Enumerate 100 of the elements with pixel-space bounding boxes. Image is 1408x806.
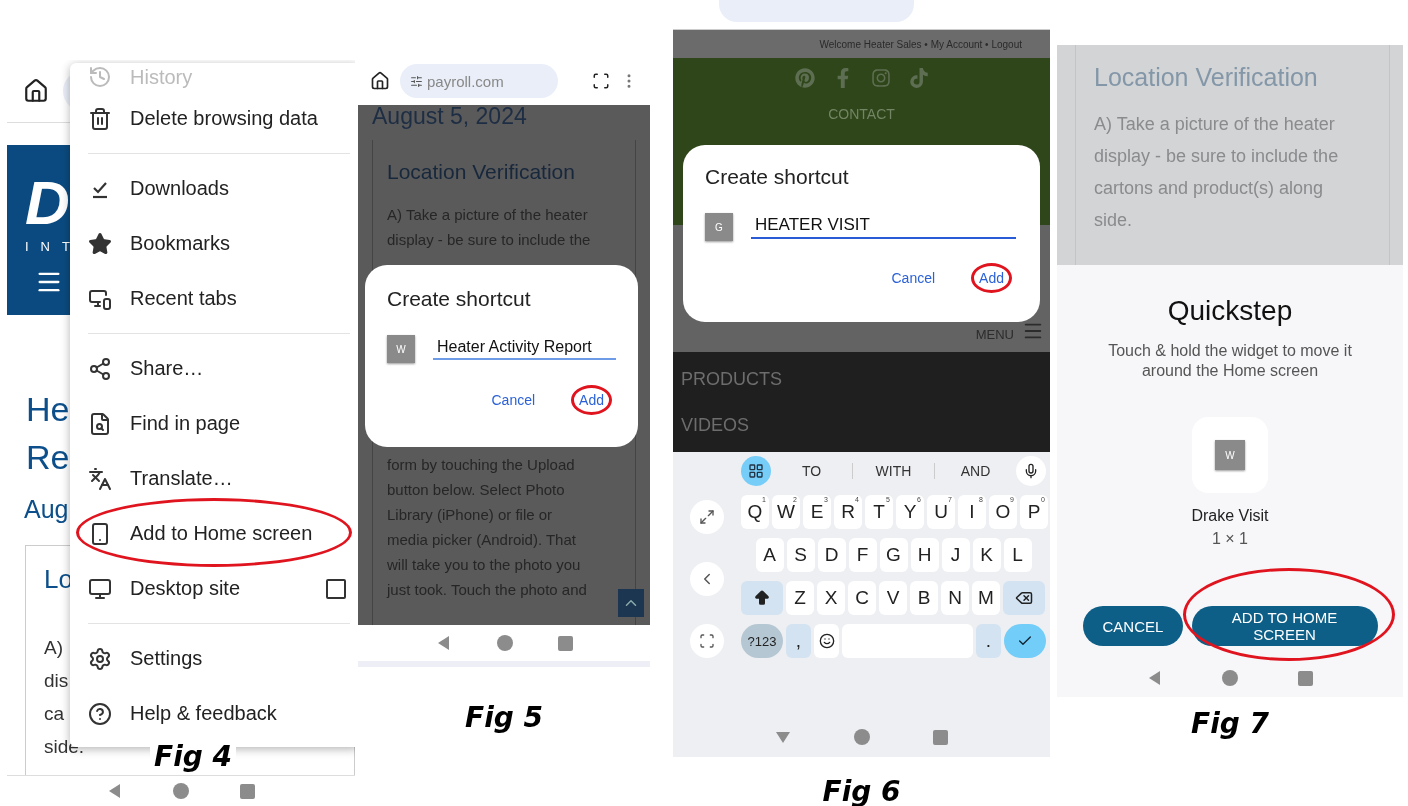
page-date: August 5, 2024 [372, 105, 528, 130]
period-key[interactable]: . [976, 624, 1001, 658]
dialog-button[interactable]: Cancel [891, 270, 936, 286]
settings-icon [88, 646, 112, 671]
scroll-top-button[interactable] [618, 589, 644, 617]
star-icon [88, 231, 112, 256]
sheet-description: Touch & hold the widget to move it around the Home screen [1107, 341, 1353, 381]
keyboard-key[interactable]: N [941, 581, 969, 615]
checkbox[interactable] [326, 578, 346, 599]
float-button[interactable] [690, 624, 724, 658]
keyboard-key[interactable]: C [848, 581, 876, 615]
keyboard-key[interactable]: F [848, 538, 877, 572]
mic-button[interactable] [1016, 456, 1046, 486]
keyboard-key[interactable]: S [786, 538, 815, 572]
card-text: A) [44, 636, 63, 660]
resize-button[interactable] [690, 500, 724, 534]
menu-item[interactable]: Add to Home screen [70, 506, 355, 561]
dialog-button[interactable]: Add [579, 392, 604, 408]
menu-item[interactable]: Help & feedback [70, 686, 355, 741]
dialog-title: Create shortcut [387, 287, 532, 311]
shortcut-name-field[interactable]: HEATER VISIT [751, 215, 1016, 239]
card-text: dis [44, 669, 69, 693]
dialog-title: Create shortcut [705, 165, 850, 189]
sheet-button[interactable]: CANCEL [1082, 606, 1183, 646]
card-text: cartons and product(s) along [1094, 177, 1325, 200]
card-title: Location Verification [387, 160, 576, 184]
back-icon[interactable] [774, 729, 791, 745]
trash-icon [88, 106, 112, 131]
shift-key[interactable] [741, 581, 783, 615]
symbols-key[interactable]: ?123 [741, 624, 783, 658]
menu-item[interactable]: Downloads [70, 161, 355, 216]
page-heading: Re [25, 437, 70, 478]
keyboard-key[interactable]: M [972, 581, 1000, 615]
backspace-icon [1015, 589, 1033, 607]
menu-item[interactable]: Delete browsing data [70, 91, 355, 161]
apps-button[interactable] [741, 456, 771, 486]
keyboard-key[interactable]: G [879, 538, 908, 572]
site-settings-icon[interactable] [410, 74, 423, 88]
suggestion[interactable]: AND [935, 463, 1016, 479]
sheet-title: Quickstep [1167, 295, 1293, 327]
expand-icon [699, 509, 715, 525]
keyboard-key[interactable]: K [972, 538, 1001, 572]
menu-item[interactable]: Find in page [70, 396, 355, 451]
figure-caption: Fig 7 [1191, 707, 1269, 740]
dialog-button[interactable]: Cancel [491, 392, 536, 408]
card-text: side. [1094, 209, 1134, 232]
menu-item[interactable]: Share… [70, 341, 355, 396]
recents-icon[interactable] [933, 729, 949, 745]
page-heading: He [25, 389, 70, 430]
logo-text: D [25, 173, 70, 233]
enter-key[interactable] [1004, 624, 1046, 658]
tiktok-icon[interactable] [908, 68, 929, 88]
card-text: display - be sure to include the [1094, 145, 1340, 168]
menu-item[interactable]: Translate… [70, 451, 355, 506]
keyboard-key[interactable]: D [817, 538, 846, 572]
keyboard-key[interactable]: H [910, 538, 939, 572]
sheet-button[interactable]: ADD TO HOME SCREEN [1191, 606, 1378, 646]
frame-icon [699, 633, 715, 649]
find-icon [88, 411, 112, 436]
widget-size: 1 × 1 [1212, 530, 1248, 548]
card-title: Location Verification [1094, 63, 1319, 92]
menu-item[interactable]: Recent tabs [70, 271, 355, 341]
keyboard-key[interactable]: X [817, 581, 845, 615]
card-text: A) Take a picture of the heater [1094, 113, 1336, 136]
instagram-icon[interactable] [870, 68, 891, 88]
grid-icon [748, 463, 764, 479]
share-icon [88, 356, 112, 381]
mic-icon [1023, 463, 1039, 479]
comma-key[interactable]: , [786, 624, 811, 658]
shortcut-name-field[interactable]: Heater Activity Report [433, 338, 616, 360]
dialog-button[interactable]: Add [979, 270, 1004, 286]
menu-item[interactable]: Desktop site [70, 561, 355, 631]
shortcut-icon: G [705, 213, 733, 241]
pinterest-icon[interactable] [794, 68, 815, 88]
backspace-key[interactable] [1003, 581, 1045, 615]
emoji-icon [818, 633, 835, 649]
keyboard-key[interactable]: A [755, 538, 784, 572]
home-icon[interactable] [370, 71, 390, 91]
suggestion[interactable]: TO [771, 463, 853, 479]
menu-item[interactable]: Settings [70, 631, 355, 686]
suggestion[interactable]: WITH [853, 463, 935, 479]
monitor-icon [88, 576, 112, 601]
keyboard-key[interactable]: L [1003, 538, 1032, 572]
tabs-icon[interactable] [592, 72, 610, 90]
keyboard-key[interactable]: Z [786, 581, 814, 615]
recents-icon[interactable] [1298, 670, 1314, 686]
help-icon [88, 701, 112, 726]
page-date: Aug [23, 494, 69, 525]
figure-caption: Fig 5 [465, 701, 543, 734]
card-text: ca [44, 702, 65, 726]
history-icon [88, 65, 112, 89]
home-icon[interactable] [23, 78, 49, 104]
keyboard-key[interactable]: B [910, 581, 938, 615]
shift-icon [753, 589, 771, 607]
keyboard-key[interactable]: V [879, 581, 907, 615]
emoji-key[interactable] [814, 624, 839, 658]
keyboard-key[interactable]: J [941, 538, 970, 572]
recents-icon[interactable] [239, 783, 255, 799]
recents-icon[interactable] [557, 635, 573, 651]
translate-icon [88, 466, 112, 491]
